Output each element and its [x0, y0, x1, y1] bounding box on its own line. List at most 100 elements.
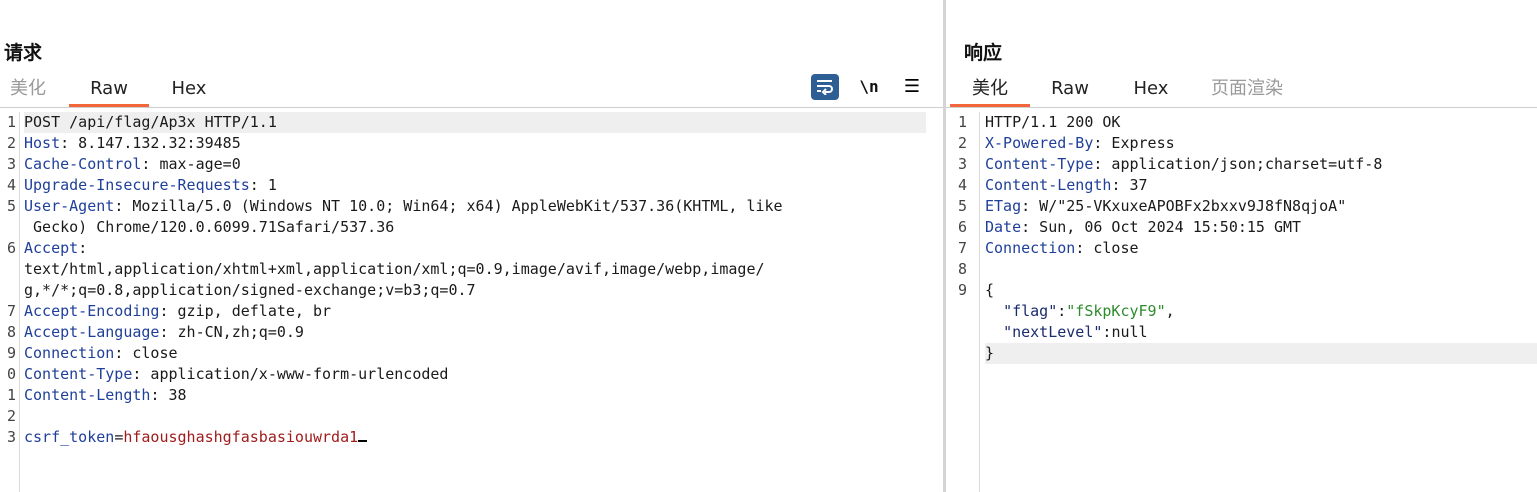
- code-line[interactable]: text/html,application/xhtml+xml,applicat…: [24, 259, 926, 280]
- header-name: Content-Length: [985, 176, 1112, 194]
- code-line[interactable]: "flag":"fSkpKcyF9",: [985, 301, 1537, 322]
- code-line[interactable]: 1 HTTP/1.1 200 OK: [958, 112, 1537, 133]
- punctuation: :: [1021, 197, 1031, 215]
- header-value: Express: [1102, 134, 1175, 152]
- json-punct: ,: [1165, 302, 1175, 320]
- header-value: close: [123, 344, 178, 362]
- word-wrap-icon: [817, 80, 833, 96]
- header-name: User-Agent: [24, 197, 115, 215]
- header-value: Mozilla/5.0 (Windows NT 10.0; Win64; x64…: [123, 197, 783, 215]
- code-line[interactable]: 2: [7, 406, 926, 427]
- code-line[interactable]: Gecko) Chrome/120.0.6099.71Safari/537.36: [24, 217, 926, 238]
- punctuation: :: [1075, 239, 1085, 257]
- code-text: Gecko) Chrome/120.0.6099.71Safari/537.36: [24, 218, 395, 236]
- code-line[interactable]: 5 User-Agent: Mozilla/5.0 (Windows NT 10.…: [7, 196, 926, 217]
- request-title: 请求: [4, 42, 43, 64]
- header-name: Cache-Control: [24, 155, 142, 173]
- header-name: Content-Type: [985, 155, 1094, 173]
- code-line[interactable]: 7 Accept-Encoding: gzip, deflate, br: [7, 301, 926, 322]
- header-value: W/"25-VKxuxeAPOBFx2bxxv9J8fN8qjoA": [1030, 197, 1347, 215]
- punctuation: :: [78, 239, 88, 257]
- word-wrap-toggle[interactable]: [811, 74, 839, 100]
- show-newlines-toggle[interactable]: \n: [855, 74, 883, 100]
- tab-render[interactable]: 页面渲染: [1202, 70, 1292, 107]
- header-name: Accept-Encoding: [24, 302, 160, 320]
- response-code[interactable]: 1 HTTP/1.1 200 OK 2 X-Powered-By: Express 3 C…: [958, 112, 1537, 364]
- header-name: Upgrade-Insecure-Requests: [24, 176, 250, 194]
- code-line[interactable]: 2 X-Powered-By: Express: [958, 133, 1537, 154]
- json-literal: null: [1111, 323, 1148, 341]
- header-value: 1: [258, 176, 277, 194]
- line-number: 8: [6, 323, 16, 341]
- code-text: }: [985, 344, 995, 362]
- code-line[interactable]: 1 POST /api/flag/Ap3x HTTP/1.1: [7, 112, 926, 133]
- code-line[interactable]: 9{: [958, 280, 1537, 301]
- line-number: 2: [6, 407, 16, 425]
- line-number: 3: [957, 155, 967, 173]
- code-line[interactable]: 7 Connection: close: [958, 238, 1537, 259]
- code-line[interactable]: 8 Accept-Language: zh-CN,zh;q=0.9: [7, 322, 926, 343]
- code-line[interactable]: 6 Date: Sun, 06 Oct 2024 15:50:15 GMT: [958, 217, 1537, 238]
- tab-pretty[interactable]: 美化: [950, 70, 1030, 107]
- header-value: Sun, 06 Oct 2024 15:50:15 GMT: [1030, 218, 1302, 236]
- line-number: 2: [957, 134, 967, 152]
- code-line[interactable]: 1 Content-Length: 38: [7, 385, 926, 406]
- header-name: Accept: [24, 239, 79, 257]
- line-number: 8: [957, 260, 967, 278]
- punctuation: [985, 302, 1003, 320]
- header-name: Connection: [985, 239, 1076, 257]
- code-line[interactable]: 2 Host: 8.147.132.32:39485: [7, 133, 926, 154]
- line-number: 9: [6, 344, 16, 362]
- code-line[interactable]: "nextLevel":null: [985, 322, 1537, 343]
- line-number: 9: [957, 281, 967, 299]
- punctuation: [985, 323, 1003, 341]
- request-code[interactable]: 1 POST /api/flag/Ap3x HTTP/1.1 2 Host: 8.14…: [7, 112, 926, 448]
- code-line[interactable]: 0 Content-Type: application/x-www-form-ur…: [7, 364, 926, 385]
- text-cursor: [358, 427, 368, 442]
- code-text: POST /api/flag/Ap3x HTTP/1.1: [24, 113, 277, 131]
- line-number: 2: [6, 134, 16, 152]
- code-line[interactable]: 3 Content-Type: application/json;charset=…: [958, 154, 1537, 175]
- line-number: 3: [6, 428, 16, 446]
- punctuation: :: [249, 176, 259, 194]
- header-name: Date: [985, 218, 1022, 236]
- code-line[interactable]: 4 Upgrade-Insecure-Requests: 1: [7, 175, 926, 196]
- code-line[interactable]: 3 csrf_token=hfaousghashgfasbasiouwrda1: [7, 427, 926, 448]
- request-tabs: 美化 Raw Hex: [0, 70, 944, 108]
- code-line[interactable]: 4 Content-Length: 37: [958, 175, 1537, 196]
- header-value: zh-CN,zh;q=0.9: [168, 323, 304, 341]
- header-name: Host: [24, 134, 61, 152]
- header-name: Content-Type: [24, 365, 133, 383]
- header-value: application/x-www-form-urlencoded: [141, 365, 449, 383]
- header-name: Content-Length: [24, 386, 151, 404]
- line-number: 5: [957, 197, 967, 215]
- tab-raw[interactable]: Raw: [1041, 70, 1099, 107]
- code-line[interactable]: 8: [958, 259, 1537, 280]
- tab-raw[interactable]: Raw: [69, 70, 149, 107]
- line-number: 7: [6, 302, 16, 320]
- code-line[interactable]: g,*/*;q=0.8,application/signed-exchange;…: [24, 280, 926, 301]
- menu-icon[interactable]: ☰: [898, 74, 926, 100]
- param-value: hfaousghashgfasbasiouwrda1: [123, 428, 359, 446]
- code-line[interactable]: 9 Connection: close: [7, 343, 926, 364]
- code-line[interactable]: 5 ETag: W/"25-VKxuxeAPOBFx2bxxv9J8fN8qjoA…: [958, 196, 1537, 217]
- header-name: Connection: [24, 344, 115, 362]
- punctuation: :: [60, 134, 70, 152]
- punctuation: :: [159, 302, 169, 320]
- header-value: 8.147.132.32:39485: [69, 134, 241, 152]
- code-line[interactable]: }: [985, 343, 1537, 364]
- header-value: gzip, deflate, br: [168, 302, 332, 320]
- request-editor[interactable]: 1 POST /api/flag/Ap3x HTTP/1.1 2 Host: 8.14…: [0, 112, 944, 492]
- tab-pretty[interactable]: 美化: [0, 70, 56, 107]
- code-line[interactable]: 6 Accept:: [7, 238, 926, 259]
- param-name: csrf_token: [24, 428, 115, 446]
- response-editor[interactable]: 1 HTTP/1.1 200 OK 2 X-Powered-By: Express 3 C…: [946, 112, 1537, 492]
- code-text: g,*/*;q=0.8,application/signed-exchange;…: [24, 281, 476, 299]
- response-title: 响应: [964, 42, 1003, 64]
- tab-hex[interactable]: Hex: [160, 70, 218, 107]
- code-line[interactable]: 3 Cache-Control: max-age=0: [7, 154, 926, 175]
- header-value: 38: [159, 386, 187, 404]
- tab-hex[interactable]: Hex: [1122, 70, 1180, 107]
- line-number: 4: [957, 176, 967, 194]
- punctuation: :: [159, 323, 169, 341]
